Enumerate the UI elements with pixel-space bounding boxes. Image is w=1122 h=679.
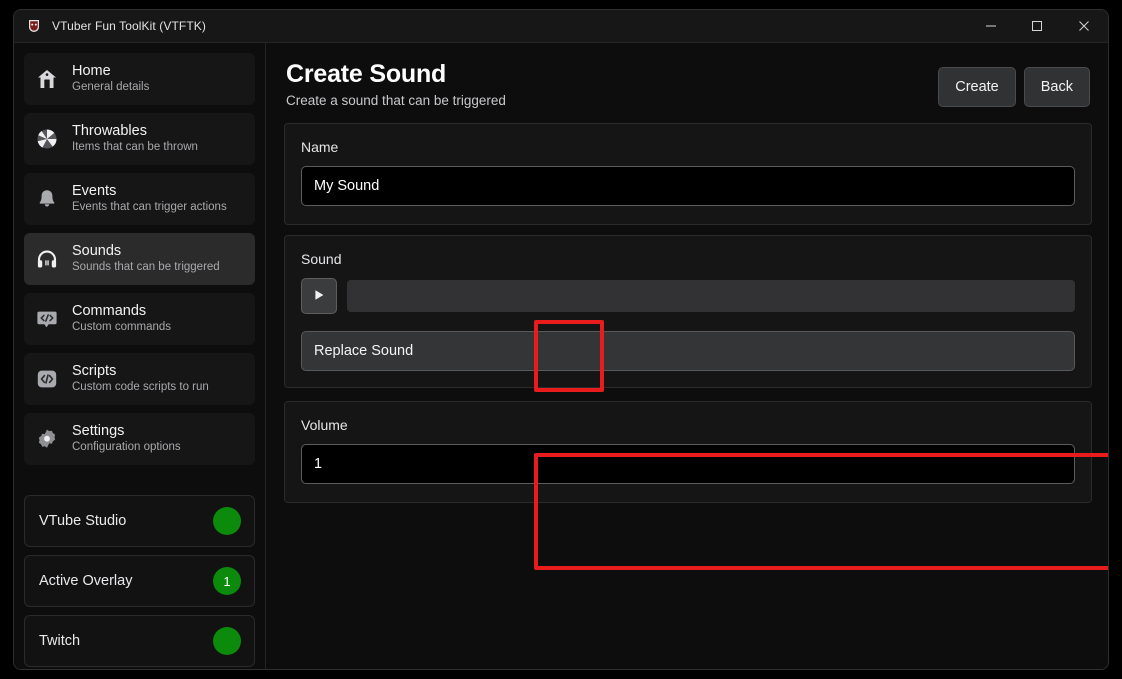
sidebar-item-sublabel: Custom code scripts to run bbox=[72, 380, 209, 395]
maximize-button[interactable] bbox=[1014, 10, 1060, 43]
code-square-icon bbox=[34, 366, 60, 392]
header-actions: Create Back bbox=[938, 59, 1090, 107]
bell-icon bbox=[34, 186, 60, 212]
title-bar: VTuber Fun ToolKit (VTFTK) bbox=[14, 10, 1108, 43]
sidebar-item-sounds[interactable]: Sounds Sounds that can be triggered bbox=[24, 233, 255, 285]
sidebar-item-sublabel: Custom commands bbox=[72, 320, 171, 335]
code-bubble-icon bbox=[34, 306, 60, 332]
sidebar-item-label: Events bbox=[72, 183, 227, 200]
sound-player-row bbox=[301, 278, 1075, 314]
window-controls bbox=[968, 10, 1108, 43]
sidebar-item-commands[interactable]: Commands Custom commands bbox=[24, 293, 255, 345]
sidebar-item-sublabel: Configuration options bbox=[72, 440, 181, 455]
volume-panel: Volume bbox=[284, 401, 1092, 503]
home-icon bbox=[34, 66, 60, 92]
status-badge: 1 bbox=[213, 567, 241, 595]
sound-field-label: Sound bbox=[301, 250, 1075, 268]
name-input[interactable] bbox=[301, 166, 1075, 206]
sidebar-item-sublabel: Items that can be thrown bbox=[72, 140, 198, 155]
window-title: VTuber Fun ToolKit (VTFTK) bbox=[52, 19, 206, 33]
close-button[interactable] bbox=[1060, 10, 1108, 43]
sidebar-item-label: Commands bbox=[72, 303, 171, 320]
sound-panel: Sound Replace Sound bbox=[284, 235, 1092, 388]
volume-input[interactable] bbox=[301, 444, 1075, 484]
application-window: VTuber Fun ToolKit (VTFTK) bbox=[13, 9, 1109, 670]
vtftk-logo-icon bbox=[25, 18, 42, 35]
sidebar-item-events[interactable]: Events Events that can trigger actions bbox=[24, 173, 255, 225]
connection-status-list: VTube Studio Active Overlay 1 Twitch bbox=[24, 495, 255, 669]
sidebar-item-settings[interactable]: Settings Configuration options bbox=[24, 413, 255, 465]
sidebar-item-home[interactable]: Home General details bbox=[24, 53, 255, 105]
status-label: VTube Studio bbox=[39, 513, 126, 529]
sidebar-item-label: Settings bbox=[72, 423, 181, 440]
name-panel: Name bbox=[284, 123, 1092, 225]
create-button[interactable]: Create bbox=[938, 67, 1016, 107]
page-subtitle: Create a sound that can be triggered bbox=[286, 92, 938, 110]
sidebar-item-label: Home bbox=[72, 63, 149, 80]
status-item-active-overlay[interactable]: Active Overlay 1 bbox=[24, 555, 255, 607]
volume-field-label: Volume bbox=[301, 416, 1075, 434]
main-content: Create Sound Create a sound that can be … bbox=[266, 43, 1108, 669]
sidebar-item-throwables[interactable]: Throwables Items that can be thrown bbox=[24, 113, 255, 165]
sidebar-item-label: Sounds bbox=[72, 243, 220, 260]
audio-progress-track[interactable] bbox=[347, 280, 1075, 312]
sidebar-item-label: Throwables bbox=[72, 123, 198, 140]
status-badge bbox=[213, 627, 241, 655]
name-field-label: Name bbox=[301, 138, 1075, 156]
back-button[interactable]: Back bbox=[1024, 67, 1090, 107]
sidebar-item-label: Scripts bbox=[72, 363, 209, 380]
gear-icon bbox=[34, 426, 60, 452]
page-header: Create Sound Create a sound that can be … bbox=[284, 59, 1092, 110]
status-badge bbox=[213, 507, 241, 535]
status-label: Twitch bbox=[39, 633, 80, 649]
minimize-button[interactable] bbox=[968, 10, 1014, 43]
ball-icon bbox=[34, 126, 60, 152]
sidebar-item-scripts[interactable]: Scripts Custom code scripts to run bbox=[24, 353, 255, 405]
status-item-vtube-studio[interactable]: VTube Studio bbox=[24, 495, 255, 547]
play-icon bbox=[312, 288, 326, 305]
status-label: Active Overlay bbox=[39, 573, 132, 589]
headphones-icon bbox=[34, 246, 60, 272]
sidebar-item-sublabel: General details bbox=[72, 80, 149, 95]
replace-sound-button[interactable]: Replace Sound bbox=[301, 331, 1075, 371]
status-item-twitch[interactable]: Twitch bbox=[24, 615, 255, 667]
play-button[interactable] bbox=[301, 278, 337, 314]
sidebar-item-sublabel: Events that can trigger actions bbox=[72, 200, 227, 215]
sidebar-item-sublabel: Sounds that can be triggered bbox=[72, 260, 220, 275]
page-title: Create Sound bbox=[286, 59, 938, 89]
sidebar: Home General details Throwables bbox=[14, 43, 266, 669]
window-body: Home General details Throwables bbox=[14, 43, 1108, 669]
